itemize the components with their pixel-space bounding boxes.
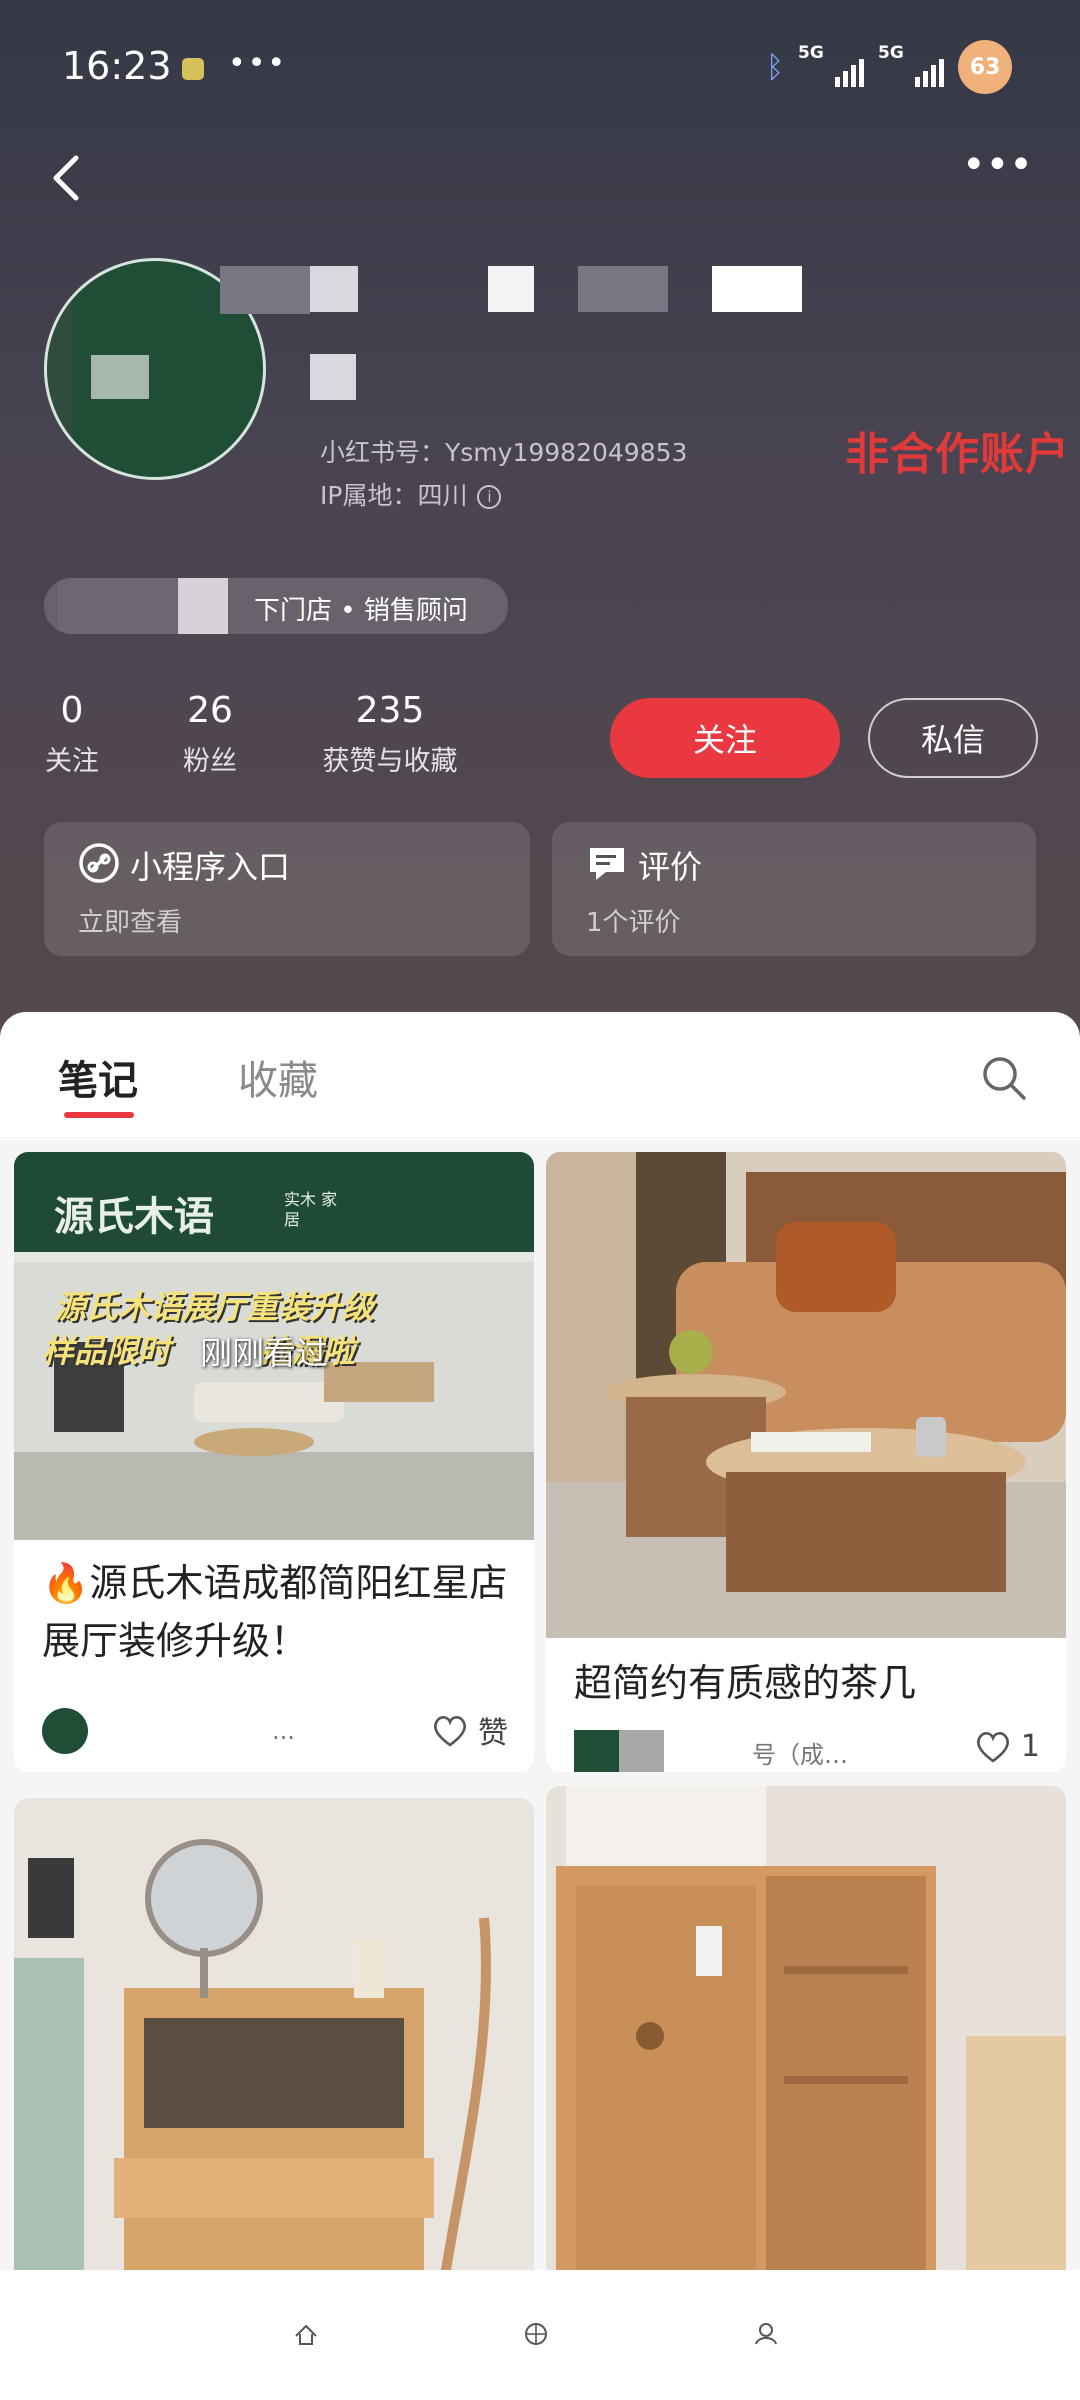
author-name-redacted bbox=[100, 1716, 260, 1746]
nav-discover-icon[interactable] bbox=[520, 2318, 552, 2350]
content-sheet: 笔记 收藏 源氏木语 实木 家居 源氏木语展厅重装升级 样品限时 捡漏啦 刚刚看… bbox=[0, 1012, 1080, 2400]
stat-label: 关注 bbox=[45, 746, 99, 777]
status-more-icon: ••• bbox=[228, 46, 288, 81]
note-title: 🔥源氏木语成都简阳红星店展厅装修升级！ bbox=[42, 1554, 512, 1670]
note-cover-image bbox=[546, 1786, 1066, 2282]
stat-value: 26 bbox=[187, 690, 233, 731]
note-author[interactable]: 号（成… bbox=[574, 1730, 848, 1772]
search-icon[interactable] bbox=[978, 1052, 1030, 1104]
profile-header: 16:23 ••• ᛒ 5G 5G 63 ••• 小红书号：Ysmy199820… bbox=[0, 0, 1080, 1040]
chat-bubble-icon bbox=[590, 848, 624, 880]
card-title: 小程序入口 bbox=[130, 848, 291, 886]
note-card[interactable] bbox=[546, 1786, 1066, 2282]
message-button[interactable]: 私信 bbox=[868, 698, 1038, 778]
app-notification-icon bbox=[182, 58, 204, 80]
info-icon[interactable]: i bbox=[477, 485, 502, 509]
nav-home-icon[interactable] bbox=[290, 2318, 322, 2350]
network-type-label: 5G bbox=[798, 43, 824, 63]
like-button[interactable]: 1 bbox=[973, 1726, 1040, 1766]
card-title: 评价 bbox=[638, 848, 703, 886]
author-name: 号（成… bbox=[752, 1740, 848, 1769]
author-avatar-redacted bbox=[574, 1730, 664, 1772]
active-tab-indicator bbox=[64, 1112, 134, 1118]
ip-location-text: IP属地：四川 bbox=[320, 481, 468, 510]
battery-icon: 63 bbox=[958, 40, 1012, 94]
stat-label: 获赞与收藏 bbox=[322, 746, 458, 777]
note-card[interactable]: 源氏木语 实木 家居 源氏木语展厅重装升级 样品限时 捡漏啦 刚刚看过 🔥源氏木… bbox=[14, 1152, 534, 1772]
author-avatar bbox=[42, 1708, 88, 1754]
note-card[interactable]: 超简约有质感的茶几 号（成… 1 bbox=[546, 1152, 1066, 1772]
bluetooth-icon: ᛒ bbox=[766, 49, 784, 85]
reviews-card[interactable]: 评价 1个评价 bbox=[552, 822, 1036, 956]
tab-collections[interactable]: 收藏 bbox=[238, 1048, 318, 1106]
mini-program-card[interactable]: 小程序入口 立即查看 bbox=[44, 822, 530, 956]
recently-viewed-label: 刚刚看过 bbox=[200, 1334, 329, 1372]
status-bar: 16:23 ••• ᛒ 5G 5G 63 bbox=[0, 0, 1080, 140]
non-cooperative-annotation: 非合作账户 bbox=[845, 429, 1070, 480]
signal-icon: 5G bbox=[878, 43, 944, 87]
author-name-redacted bbox=[676, 1737, 740, 1767]
like-count: 1 bbox=[1020, 1728, 1040, 1764]
store-sign-text: 源氏木语 bbox=[54, 1194, 214, 1240]
like-count: 赞 bbox=[478, 1716, 508, 1751]
nav-profile-icon[interactable] bbox=[750, 2318, 782, 2350]
ip-location: IP属地：四川 i bbox=[320, 476, 502, 512]
chevron-left-icon bbox=[53, 155, 79, 201]
stat-value: 235 bbox=[355, 690, 425, 731]
bottom-navigation bbox=[0, 2270, 1080, 2400]
note-title: 超简约有质感的茶几 bbox=[574, 1661, 917, 1705]
store-sign-sub: 实木 家居 bbox=[284, 1190, 338, 1229]
link-icon bbox=[79, 843, 119, 883]
note-cover-image bbox=[546, 1152, 1066, 1638]
stat-label: 粉丝 bbox=[183, 746, 237, 777]
note-card[interactable] bbox=[14, 1798, 534, 2282]
more-icon: ••• bbox=[962, 142, 1033, 188]
stat-likes-collects[interactable]: 235 获赞与收藏 bbox=[310, 690, 470, 778]
store-tag[interactable]: 下门店 • 销售顾问 bbox=[44, 578, 508, 634]
stat-followers[interactable]: 26 粉丝 bbox=[170, 690, 250, 778]
heart-icon bbox=[976, 1732, 1009, 1763]
follow-button[interactable]: 关注 bbox=[610, 698, 840, 778]
back-button[interactable] bbox=[40, 148, 100, 208]
tab-notes[interactable]: 笔记 bbox=[58, 1048, 138, 1106]
tab-bar: 笔记 收藏 bbox=[0, 1012, 1080, 1138]
note-cover-image: 源氏木语 实木 家居 源氏木语展厅重装升级 样品限时 捡漏啦 刚刚看过 bbox=[14, 1152, 534, 1540]
network-type-label: 5G bbox=[878, 43, 904, 63]
stat-value: 0 bbox=[60, 690, 84, 731]
store-tag-label: 下门店 • 销售顾问 bbox=[254, 596, 468, 626]
status-time: 16:23 bbox=[62, 44, 172, 88]
card-subtitle: 1个评价 bbox=[586, 908, 681, 938]
note-title-text: 源氏木语成都简阳红星店展厅装修升级！ bbox=[42, 1561, 508, 1663]
signal-icon: 5G bbox=[798, 43, 864, 87]
fire-icon: 🔥 bbox=[42, 1561, 90, 1605]
banner-line-1: 源氏木语展厅重装升级 bbox=[54, 1288, 375, 1326]
red-id: 小红书号：Ysmy19982049853 bbox=[320, 438, 688, 467]
author-name: ... bbox=[272, 1717, 295, 1745]
like-button[interactable]: 赞 bbox=[430, 1708, 508, 1752]
card-subtitle: 立即查看 bbox=[78, 908, 183, 938]
note-cover-image bbox=[14, 1798, 534, 2282]
more-options-button[interactable]: ••• bbox=[962, 145, 1033, 200]
note-author[interactable]: ... bbox=[42, 1708, 295, 1754]
heart-icon bbox=[434, 1716, 466, 1747]
stat-following[interactable]: 0 关注 bbox=[40, 690, 104, 778]
